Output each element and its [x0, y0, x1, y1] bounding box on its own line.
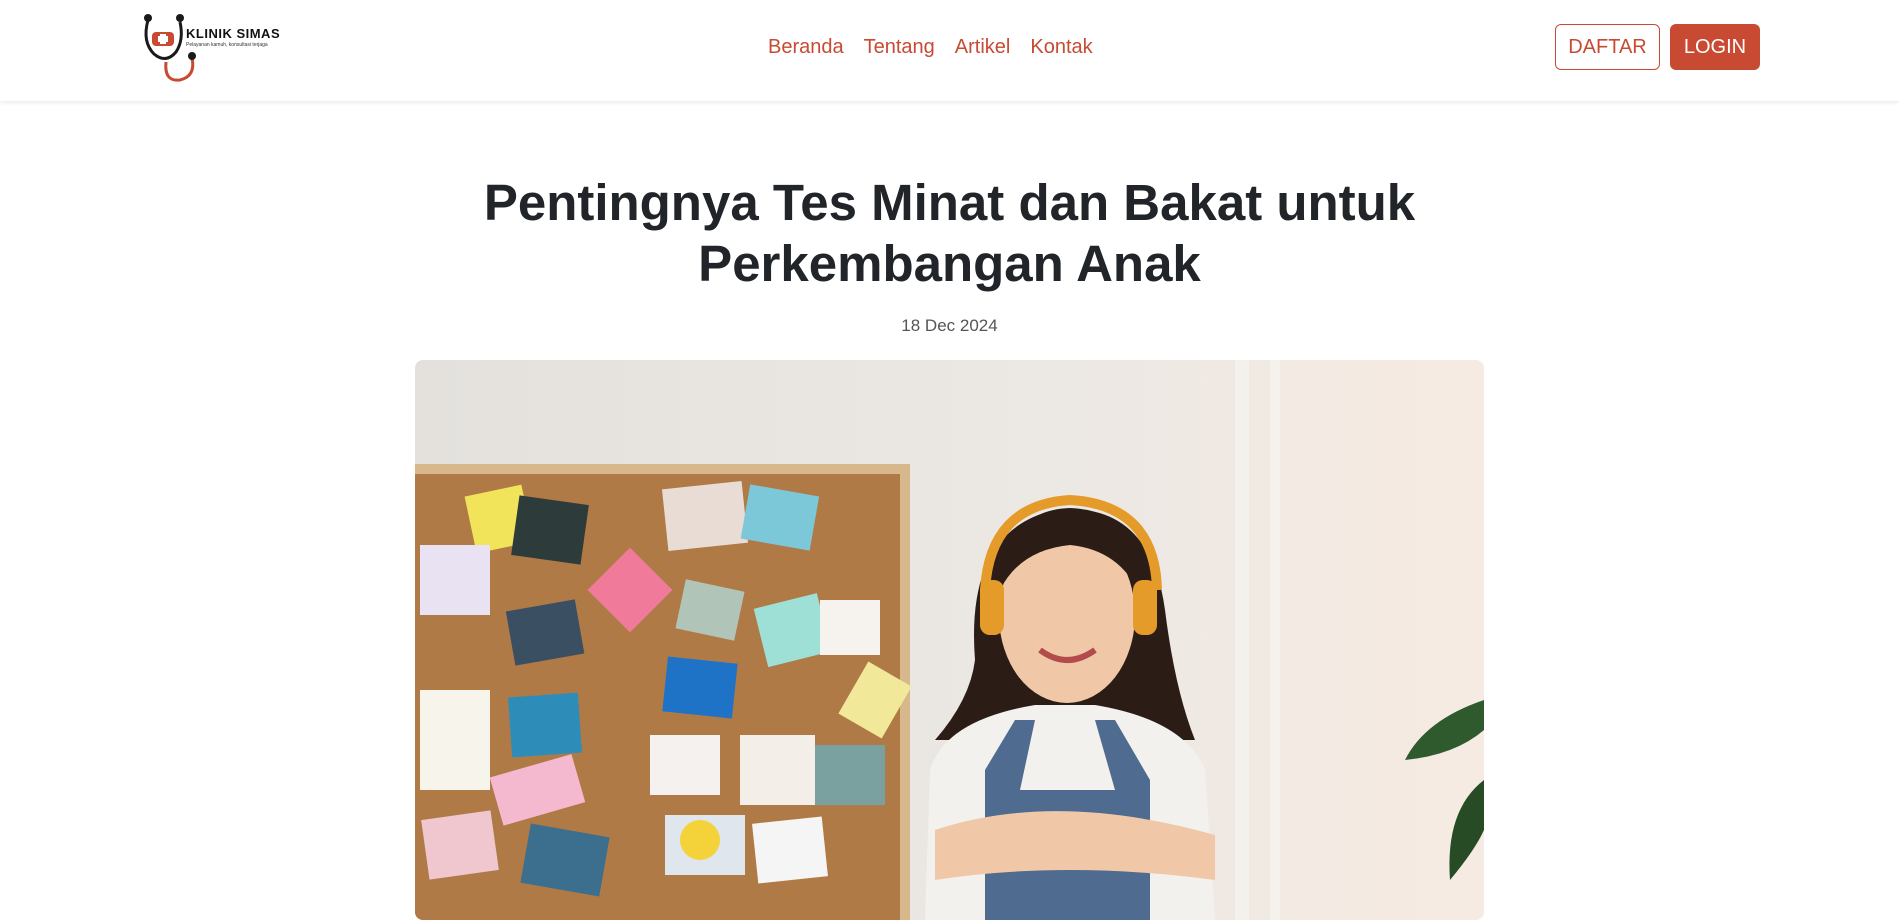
article-title: Pentingnya Tes Minat dan Bakat untuk Per…	[0, 172, 1899, 294]
main-nav: Beranda Tentang Artikel Kontak	[768, 36, 1093, 59]
brand-logo[interactable]: KLINIK SIMAS Pelayanan kamuh, konsultasi…	[140, 12, 290, 84]
nav-link-beranda[interactable]: Beranda	[768, 36, 844, 59]
brand-tagline: Pelayanan kamuh, konsultasi terjaga	[186, 42, 268, 48]
login-button[interactable]: LOGIN	[1670, 24, 1760, 70]
navbar: KLINIK SIMAS Pelayanan kamuh, konsultasi…	[0, 0, 1899, 101]
article-title-line-1: Pentingnya Tes Minat dan Bakat untuk	[483, 174, 1416, 231]
stethoscope-logo-icon	[144, 14, 196, 82]
article-hero-image	[415, 360, 1484, 920]
nav-link-tentang[interactable]: Tentang	[864, 36, 935, 59]
nav-link-artikel[interactable]: Artikel	[955, 36, 1011, 59]
hero-photo-illustration	[415, 360, 1484, 920]
article-date: 18 Dec 2024	[901, 316, 998, 335]
nav-link-kontak[interactable]: Kontak	[1030, 36, 1092, 59]
brand-name: KLINIK SIMAS	[186, 26, 281, 41]
register-button[interactable]: DAFTAR	[1555, 24, 1660, 70]
article-title-line-2: Perkembangan Anak	[698, 235, 1201, 292]
